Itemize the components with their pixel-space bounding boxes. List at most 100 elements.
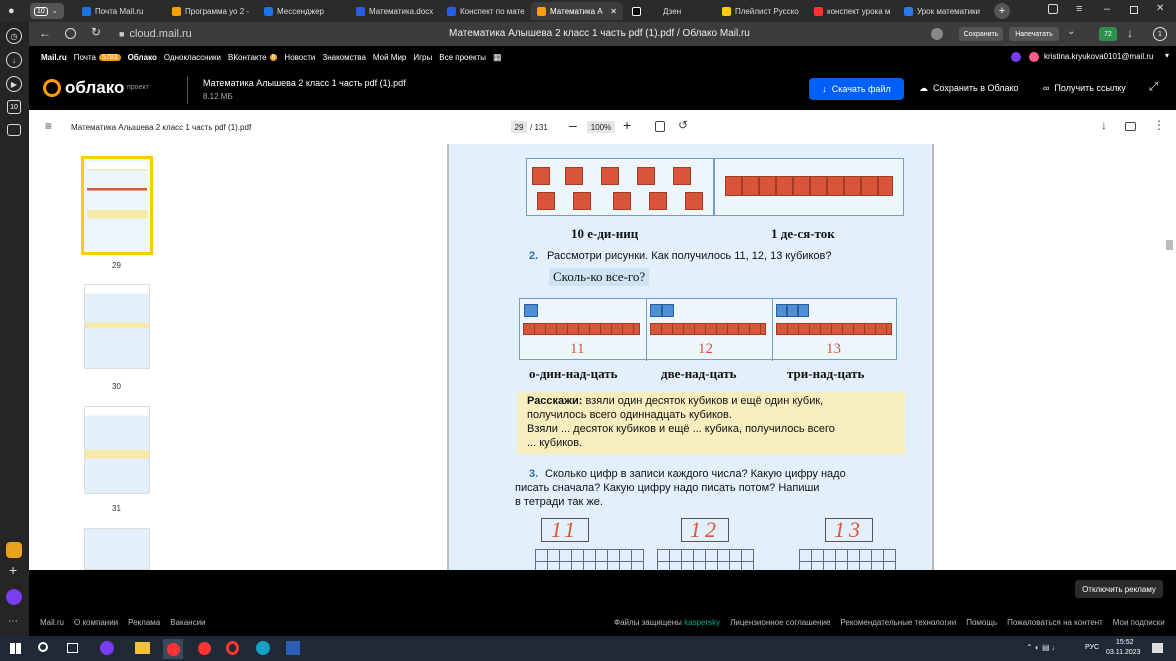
nav-games[interactable]: Игры [413, 53, 432, 62]
refresh-icon[interactable]: ↻ [91, 25, 101, 39]
add-icon[interactable]: + [9, 562, 17, 578]
footer-link[interactable]: Рекомендательные технологии [840, 618, 956, 627]
language-indicator[interactable]: РУС [1085, 644, 1099, 651]
yandex-browser-icon[interactable] [163, 639, 183, 659]
nav-dating[interactable]: Знакомства [322, 53, 366, 62]
print-page-button[interactable]: Напечатать [1009, 27, 1059, 41]
nav-mail[interactable]: Почта [74, 53, 96, 62]
save-page-button[interactable]: Сохранить [959, 27, 1003, 41]
close-window-icon[interactable]: ✕ [1156, 3, 1164, 14]
nav-myworld[interactable]: Мой Мир [373, 53, 406, 62]
task-view-icon[interactable] [67, 643, 78, 653]
user-avatar[interactable] [1011, 52, 1021, 62]
tabs-badge[interactable]: 10 [7, 100, 21, 114]
clock-time[interactable]: 15:52 [1116, 639, 1134, 646]
disable-ads-button[interactable]: Отключить рекламу [1075, 580, 1163, 598]
close-icon[interactable]: ✕ [610, 7, 617, 16]
download-icon[interactable]: ↓ [1127, 26, 1133, 40]
fit-page-icon[interactable] [655, 121, 665, 132]
tab-5-active[interactable]: Математика А ✕ [531, 2, 623, 20]
tab-0[interactable]: Почта Mail.ru [76, 2, 164, 20]
print-icon[interactable] [1125, 122, 1136, 131]
opera-icon[interactable] [226, 641, 239, 655]
word-icon[interactable] [286, 641, 300, 655]
thumbnail-page-30[interactable] [84, 284, 150, 369]
grid-icon[interactable]: ▦ [493, 52, 502, 63]
search-icon[interactable] [38, 642, 48, 652]
thumbnail-page-31[interactable] [84, 406, 150, 494]
alice-icon[interactable] [6, 589, 22, 605]
zoom-in-icon[interactable]: + [623, 117, 631, 133]
back-icon[interactable]: ← [39, 26, 51, 40]
notification-icon[interactable] [1152, 643, 1163, 653]
new-tab-button[interactable]: + [994, 3, 1010, 19]
menu-icon[interactable]: ≡ [1076, 3, 1082, 15]
nav-cloud[interactable]: Облако [128, 53, 157, 62]
edge-icon[interactable] [256, 641, 270, 655]
camera-icon[interactable] [7, 124, 21, 136]
nav-vk[interactable]: ВКонтакте [228, 53, 267, 62]
viewer-scrollbar[interactable] [1166, 240, 1173, 250]
nav-mailru[interactable]: Mail.ru [41, 53, 67, 62]
download-icon[interactable]: ↓ [6, 52, 22, 68]
alice-taskbar-icon[interactable] [100, 641, 114, 655]
nav-ok[interactable]: Одноклассники [164, 53, 221, 62]
footer-link[interactable]: Лицензионное соглашение [730, 618, 830, 627]
play-icon[interactable]: ▶ [6, 76, 22, 92]
cloud-logo[interactable]: облако [43, 78, 124, 98]
tab-4[interactable]: Конспект по мате [441, 2, 529, 20]
user-email[interactable]: kristina.kryukova0101@mail.ru [1044, 52, 1154, 61]
rotate-icon[interactable]: ↺ [678, 118, 688, 132]
history-icon[interactable]: ◷ [6, 28, 22, 44]
yandex-icon[interactable] [198, 642, 211, 655]
kaspersky-link[interactable]: kaspersky [684, 618, 720, 627]
tab-counter-button[interactable]: 10 ⌄ [30, 3, 64, 19]
fullscreen-icon[interactable]: ⤢ [1149, 81, 1158, 94]
tab-7[interactable]: Плейлист Русско [716, 2, 806, 20]
extension-badge[interactable]: 72 [1099, 27, 1117, 41]
start-icon[interactable] [10, 643, 21, 654]
minimize-icon[interactable]: – [1104, 3, 1110, 15]
footer-link[interactable]: Помощь [966, 618, 997, 627]
more-icon[interactable]: ⋮ [1153, 118, 1165, 132]
menu-icon[interactable]: ≡ [45, 119, 52, 133]
tab-8[interactable]: конспект урока м [808, 2, 898, 20]
thumbnail-page-29[interactable] [81, 156, 153, 255]
nav-all-projects[interactable]: Все проекты [439, 53, 486, 62]
nav-news[interactable]: Новости [284, 53, 315, 62]
get-link-button[interactable]: ∞ Получить ссылку [1043, 83, 1126, 93]
tab-9[interactable]: Урок математики [898, 2, 986, 20]
footer-link[interactable]: Вакансии [170, 618, 205, 627]
save-to-cloud-button[interactable]: ☁ Сохранить в Облако [919, 83, 1019, 94]
restore-icon[interactable] [1130, 6, 1138, 14]
app-icon[interactable] [6, 542, 22, 558]
tab-3[interactable]: Математика.docx [350, 2, 440, 20]
page-number-input[interactable]: 29 [511, 121, 527, 133]
clock-date[interactable]: 03.11.2023 [1106, 649, 1141, 656]
collections-icon[interactable] [1048, 4, 1058, 14]
tab-2[interactable]: Мессенджер [258, 2, 348, 20]
more-icon[interactable]: ⋯ [8, 616, 18, 627]
reader-icon[interactable] [65, 28, 76, 39]
tab-6[interactable]: Дзен [626, 2, 716, 20]
footer-link[interactable]: Реклама [128, 618, 160, 627]
download-file-button[interactable]: ↓ Скачать файл [809, 78, 904, 100]
footer-link[interactable]: О компании [74, 618, 118, 627]
footer-link[interactable]: Мои подписки [1113, 618, 1165, 627]
thumbnail-page-32[interactable] [84, 528, 150, 570]
badge-icon[interactable] [931, 28, 943, 40]
zoom-out-icon[interactable]: – [569, 117, 577, 133]
zoom-level[interactable]: 100% [587, 121, 615, 133]
notifications-badge[interactable]: 1 [1153, 27, 1167, 41]
chevron-down-icon[interactable]: ⌄ [1067, 26, 1075, 37]
chevron-down-icon[interactable]: ▾ [1165, 51, 1169, 60]
folder-icon[interactable] [135, 642, 150, 654]
url-field[interactable]: ■ cloud.mail.ru [113, 25, 263, 43]
tray-icons[interactable]: ⌃ ◐ ▤ ♩ [1026, 643, 1060, 652]
download-icon[interactable]: ↓ [1101, 118, 1107, 132]
task3-line-2: писать сначала? Какую цифру надо писать … [515, 482, 820, 494]
footer-link[interactable]: Пожаловаться на контент [1007, 618, 1103, 627]
footer-link[interactable]: Mail.ru [40, 618, 64, 627]
profile-icon[interactable]: ● [8, 5, 18, 17]
tab-1[interactable]: Программа уо 2 - [166, 2, 256, 20]
